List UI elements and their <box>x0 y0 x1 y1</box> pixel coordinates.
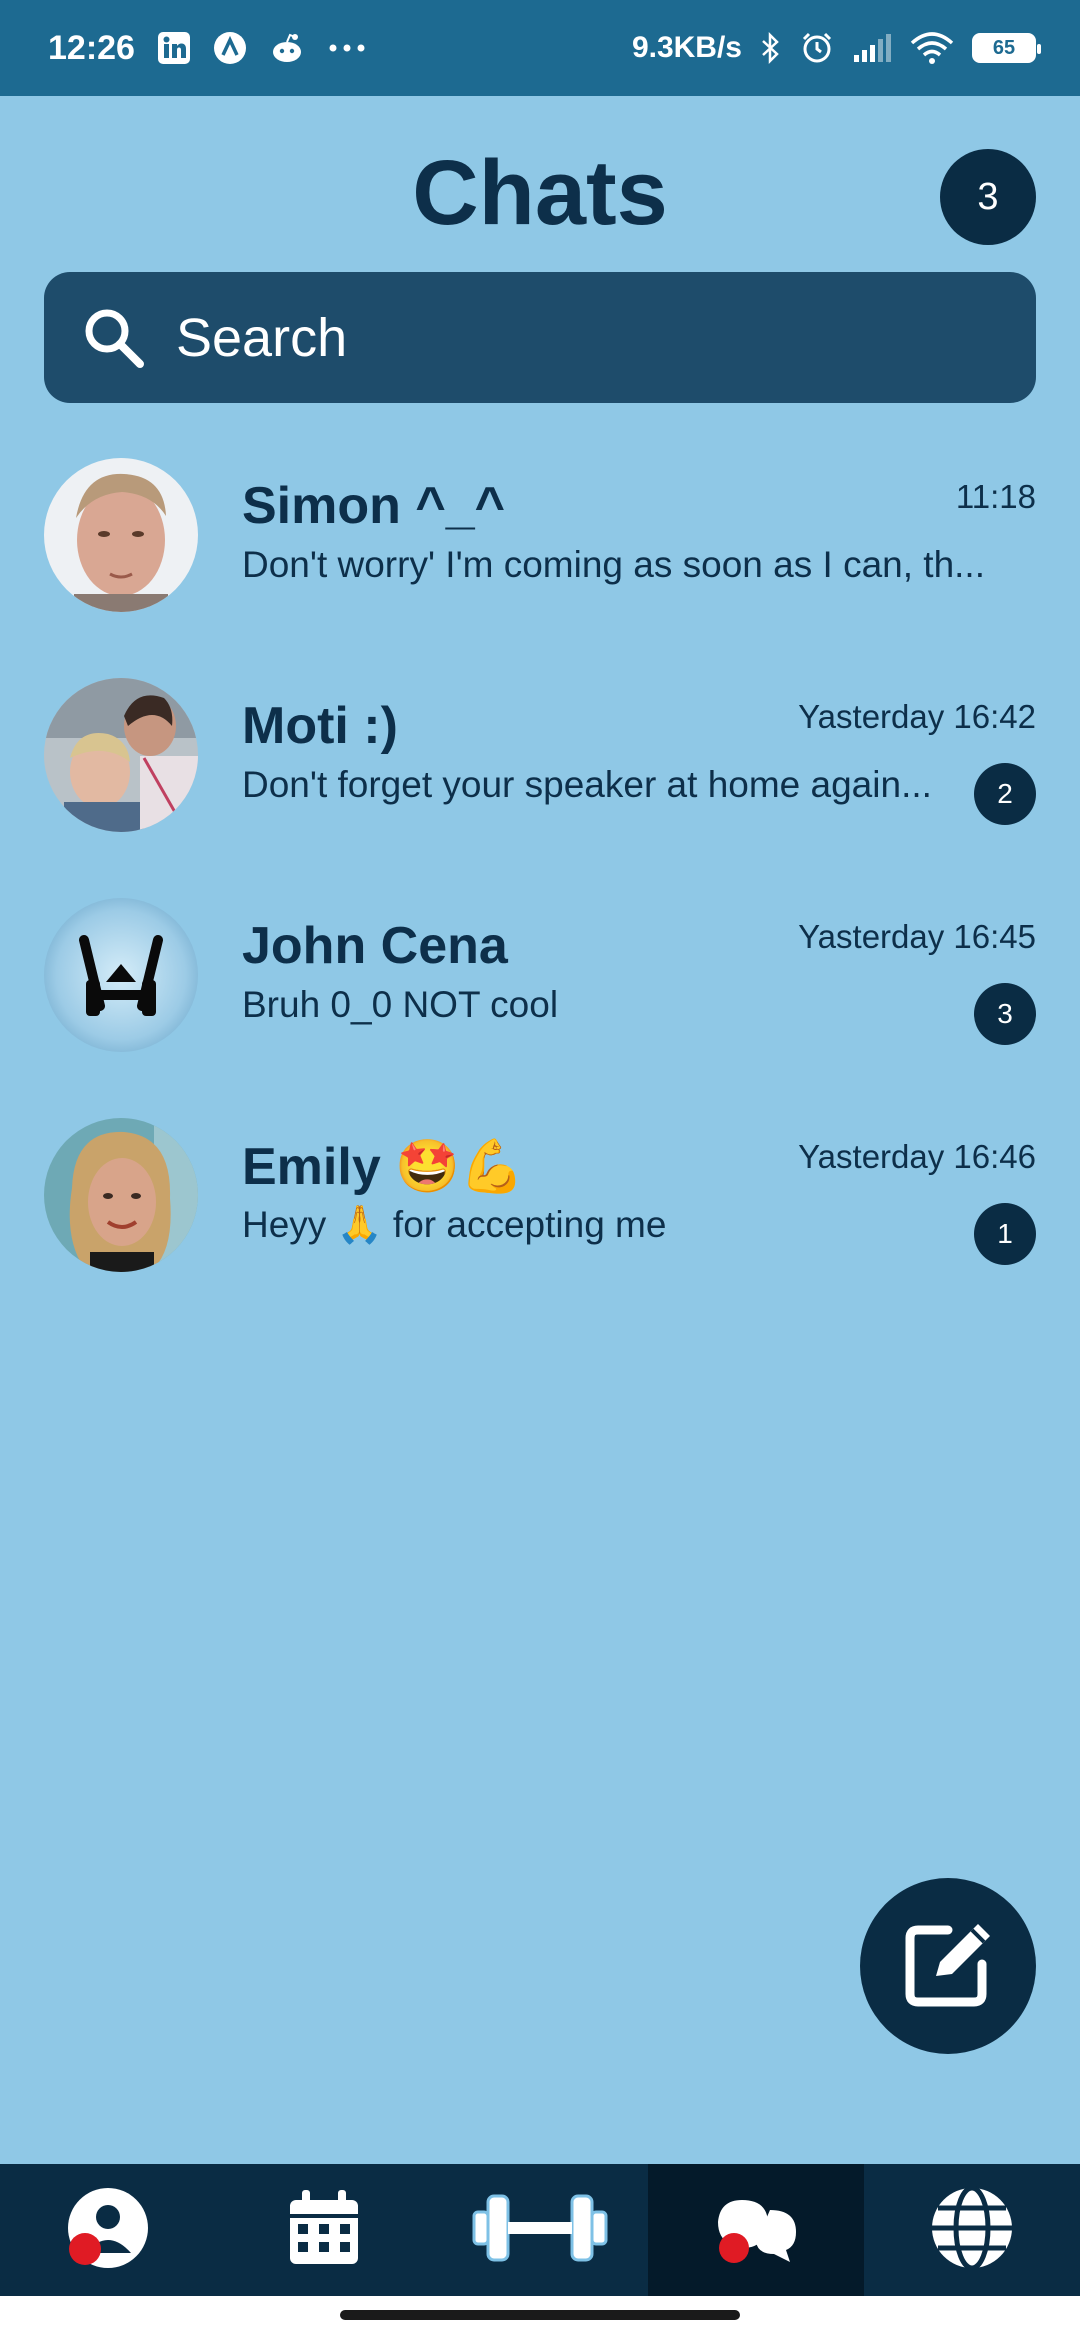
linkedin-icon <box>157 31 191 65</box>
status-right: 9.3KB/s 65 <box>631 31 1041 65</box>
chat-item-john-cena[interactable]: John Cena Yasterday 16:45 Bruh 0_0 NOT c… <box>0 898 1080 1078</box>
nav-explore[interactable] <box>864 2164 1080 2296</box>
nav-chats[interactable] <box>648 2164 864 2296</box>
home-indicator[interactable] <box>340 2310 740 2320</box>
chat-name: Moti :) <box>242 697 398 755</box>
status-left: 12:26 <box>48 29 367 68</box>
reddit-icon <box>269 31 305 65</box>
avatar[interactable] <box>44 678 198 832</box>
chat-preview: Don't forget your speaker at home again.… <box>242 764 932 805</box>
calendar-icon <box>284 2186 364 2275</box>
chat-name: Emily 🤩💪 <box>242 1138 525 1196</box>
dumbbell-icon <box>470 2188 610 2273</box>
new-chat-button[interactable] <box>860 1878 1036 2054</box>
signal-icon <box>852 33 892 63</box>
avatar[interactable] <box>44 1118 198 1272</box>
app-icon <box>213 31 247 65</box>
nav-profile[interactable] <box>0 2164 216 2296</box>
bottom-nav <box>0 2164 1080 2296</box>
chat-bubbles-icon <box>708 2186 804 2275</box>
chat-count-badge: 3 <box>940 149 1036 245</box>
nav-workout[interactable] <box>432 2164 648 2296</box>
avatar[interactable] <box>44 458 198 612</box>
search-bar[interactable] <box>44 272 1036 403</box>
chat-name: Simon ^_^ <box>242 477 505 535</box>
chat-item-simon[interactable]: Simon ^_^ 11:18 Don't worry' I'm coming … <box>0 458 1080 638</box>
more-dots-icon <box>327 43 367 53</box>
chat-preview: Heyy 🙏 for accepting me <box>242 1204 667 1245</box>
chat-time: Yasterday 16:45 <box>798 918 1036 955</box>
status-bar: 12:26 9.3KB/s 65 <box>0 0 1080 96</box>
nav-calendar[interactable] <box>216 2164 432 2296</box>
chat-time: Yasterday 16:46 <box>798 1138 1036 1175</box>
chat-preview: Bruh 0_0 NOT cool <box>242 984 559 1025</box>
chat-name: John Cena <box>242 917 508 975</box>
net-speed: 9.3KB/s <box>631 31 742 64</box>
chat-time: Yasterday 16:42 <box>798 698 1036 735</box>
chat-time: 11:18 <box>955 478 1036 515</box>
bluetooth-icon <box>760 31 782 65</box>
avatar[interactable] <box>44 898 198 1052</box>
edit-icon <box>896 1912 1000 2021</box>
profile-icon <box>63 2183 153 2278</box>
search-icon <box>78 302 150 374</box>
chat-preview: Don't worry' I'm coming as soon as I can… <box>242 544 985 585</box>
globe-icon <box>928 2184 1016 2277</box>
status-time: 12:26 <box>48 28 135 67</box>
chat-item-emily[interactable]: Emily 🤩💪 Yasterday 16:46 Heyy 🙏 for acce… <box>0 1118 1080 1298</box>
chat-item-moti[interactable]: Moti :) Yasterday 16:42 Don't forget you… <box>0 678 1080 858</box>
unread-badge: 3 <box>974 983 1036 1045</box>
alarm-icon <box>800 31 834 65</box>
wifi-icon <box>910 31 954 65</box>
search-input[interactable] <box>174 305 978 370</box>
page-title: Chats <box>412 142 668 244</box>
unread-badge: 1 <box>974 1203 1036 1265</box>
unread-badge: 2 <box>974 763 1036 825</box>
battery-icon: 65 <box>972 33 1041 63</box>
